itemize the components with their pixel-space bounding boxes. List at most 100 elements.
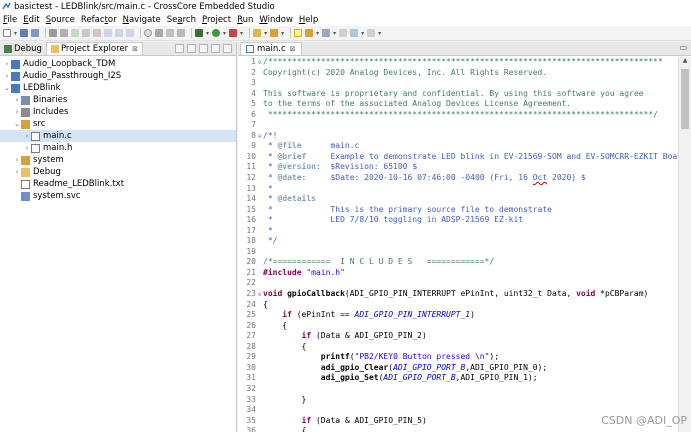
chevron-down-icon[interactable]: ⌄ xyxy=(3,84,11,92)
code-line: 33 } xyxy=(238,395,678,406)
menu-item[interactable]: Window xyxy=(259,15,293,25)
tree-item-main-h[interactable]: › main.h xyxy=(0,142,236,154)
close-icon[interactable]: ⊠ xyxy=(132,45,138,53)
debug-icon[interactable] xyxy=(60,29,69,37)
menu-item[interactable]: Navigate xyxy=(123,15,161,25)
tab-project-explorer[interactable]: Project Explorer ⊠ xyxy=(45,42,144,55)
code-text-area[interactable]: 1 ⊖/*************************************… xyxy=(238,57,678,432)
tree-item-audio-passthrough-i2s[interactable]: › Audio_Passthrough_I2S xyxy=(0,70,236,82)
editor-minimize-icon[interactable]: ▭ xyxy=(679,43,687,52)
next-annotation-dropdown-icon[interactable]: ▾ xyxy=(333,30,336,37)
mark-icon[interactable] xyxy=(305,29,314,37)
chevron-right-icon[interactable]: › xyxy=(13,108,21,116)
tab-debug[interactable]: Debug xyxy=(0,42,46,55)
menu-item[interactable]: Help xyxy=(299,15,318,25)
tree-item-system[interactable]: › system xyxy=(0,154,236,166)
forward-arrow-icon[interactable] xyxy=(367,29,376,37)
new-icon[interactable] xyxy=(3,29,11,37)
line-number: 26 xyxy=(246,320,256,330)
chevron-right-icon[interactable]: › xyxy=(3,60,11,68)
chevron-right-icon[interactable]: › xyxy=(23,132,31,140)
minimize-icon[interactable] xyxy=(211,44,220,53)
menu-item[interactable]: Search xyxy=(167,15,196,25)
close-icon[interactable]: ⊠ xyxy=(290,45,296,53)
zoom-icon[interactable] xyxy=(166,29,175,37)
back-dropdown-icon[interactable]: ▾ xyxy=(361,30,364,37)
search-icon[interactable] xyxy=(144,29,153,37)
suspend-icon[interactable] xyxy=(82,29,91,37)
scroll-up-icon[interactable]: ▲ xyxy=(679,57,691,67)
tree-item-debug[interactable]: › Debug xyxy=(0,166,236,178)
pencil-icon[interactable] xyxy=(270,29,279,37)
code-line: 25 if (ePinInt == ADI_GPIO_PIN_INTERRUPT… xyxy=(238,310,678,321)
save-all-icon[interactable] xyxy=(31,29,40,37)
new-dropdown-icon[interactable]: ▾ xyxy=(14,30,17,37)
code-token: @details xyxy=(277,194,316,204)
external-dropdown-icon[interactable]: ▾ xyxy=(240,30,243,37)
step-into-icon[interactable] xyxy=(104,29,113,37)
view-menu-icon[interactable] xyxy=(199,44,208,53)
run-dropdown-icon[interactable]: ▾ xyxy=(223,30,226,37)
menu-item[interactable]: Refactor xyxy=(81,15,117,25)
code-line: 12 * @date: $Date: 2020-10-16 07:46:00 -… xyxy=(238,173,678,184)
vertical-scrollbar[interactable]: ▲ xyxy=(678,57,691,432)
back-icon[interactable] xyxy=(339,29,348,37)
save-icon[interactable] xyxy=(20,29,29,37)
maximize-icon[interactable] xyxy=(223,44,232,53)
code-token: { xyxy=(263,426,307,432)
menu-item-text: ile xyxy=(7,14,18,25)
menu-item[interactable]: File xyxy=(3,15,17,25)
bug-icon[interactable] xyxy=(195,29,204,37)
tree-item-src[interactable]: ⌄ src xyxy=(0,118,236,130)
tree-item-main-c[interactable]: › main.c xyxy=(0,130,236,142)
tree-item-readme-ledblink-txt[interactable]: Readme_LEDBlink.txt xyxy=(0,178,236,190)
folder-icon xyxy=(21,167,30,177)
resume-icon[interactable] xyxy=(71,29,80,37)
chevron-right-icon[interactable]: › xyxy=(23,144,31,152)
chevron-right-icon[interactable]: › xyxy=(13,156,21,164)
chevron-right-icon[interactable]: › xyxy=(13,168,21,176)
editor-tabs: main.c ⊠ ▭ xyxy=(238,42,691,56)
tree-item-ledblink[interactable]: ⌄ LEDBlink xyxy=(0,82,236,94)
code-line: 28 { xyxy=(238,342,678,353)
collapse-all-icon[interactable] xyxy=(175,44,184,53)
tools-icon[interactable] xyxy=(177,29,186,37)
tree-item-audio-loopback-tdm[interactable]: › Audio_Loopback_TDM xyxy=(0,58,236,70)
open-dropdown-icon[interactable]: ▾ xyxy=(264,30,267,37)
menu-item[interactable]: Project xyxy=(202,15,231,25)
code-token: * xyxy=(263,151,278,161)
gear-icon[interactable] xyxy=(155,29,164,37)
debug-dropdown-icon[interactable]: ▾ xyxy=(206,30,209,37)
back-arrow-icon[interactable] xyxy=(350,29,359,37)
tree-item-system-svc[interactable]: system.svc xyxy=(0,190,236,202)
highlight-icon[interactable] xyxy=(294,29,303,37)
menu-item[interactable]: Run xyxy=(237,15,253,25)
next-annotation-icon[interactable] xyxy=(322,29,331,37)
run-icon[interactable] xyxy=(212,29,221,37)
step-over-icon[interactable] xyxy=(115,29,124,37)
mark-dropdown-icon[interactable]: ▾ xyxy=(316,30,319,37)
menu-item[interactable]: Source xyxy=(46,15,75,25)
chevron-right-icon[interactable]: › xyxy=(3,72,11,80)
build-icon[interactable] xyxy=(49,29,58,37)
open-folder-icon[interactable] xyxy=(253,29,262,37)
chevron-right-icon[interactable]: › xyxy=(13,96,21,104)
includes-icon xyxy=(21,107,30,117)
step-return-icon[interactable] xyxy=(126,29,135,37)
chevron-down-icon[interactable]: ⌄ xyxy=(13,120,21,128)
link-editor-icon[interactable] xyxy=(187,44,196,53)
scrollbar-thumb[interactable] xyxy=(681,69,689,129)
tree-item-binaries[interactable]: › Binaries xyxy=(0,94,236,106)
external-tools-icon[interactable] xyxy=(229,29,238,37)
code-line: 27 if (Data & ADI_GPIO_PIN_2) xyxy=(238,331,678,342)
code-line: 15 * This is the primary source file to … xyxy=(238,205,678,216)
tab-main-c[interactable]: main.c ⊠ xyxy=(240,42,302,55)
forward-dropdown-icon[interactable]: ▾ xyxy=(378,30,381,37)
menu-item[interactable]: Edit xyxy=(23,15,39,25)
terminate-icon[interactable] xyxy=(93,29,102,37)
project-tree: › Audio_Loopback_TDM › Audio_Passthrough_I2… xyxy=(0,56,236,202)
code-token: { xyxy=(263,341,307,351)
pencil-dropdown-icon[interactable]: ▾ xyxy=(281,30,284,37)
tree-item-includes[interactable]: › Includes xyxy=(0,106,236,118)
